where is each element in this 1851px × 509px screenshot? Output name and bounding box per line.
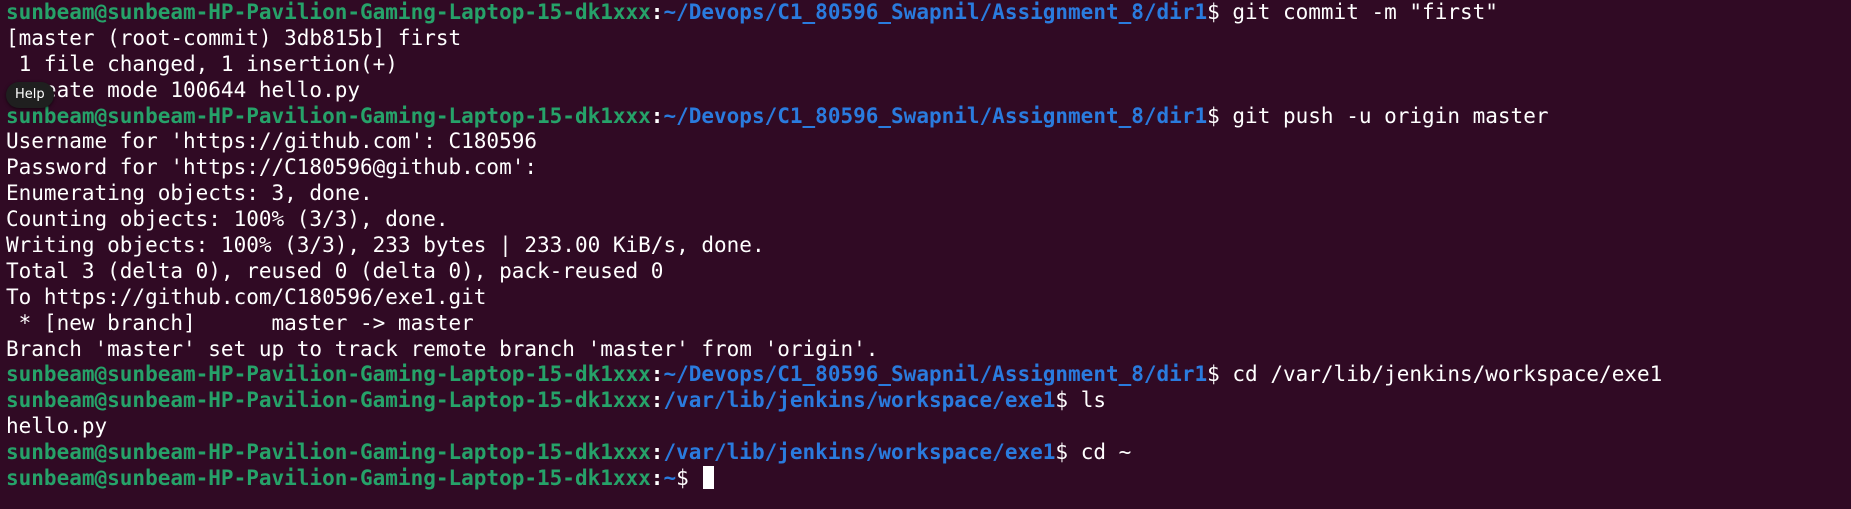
output-line: Password for 'https://C180596@github.com… bbox=[6, 155, 538, 180]
command-text: cd /var/lib/jenkins/workspace/exe1 bbox=[1232, 362, 1663, 387]
output-line: Branch 'master' set up to track remote b… bbox=[6, 336, 879, 361]
text-cursor bbox=[703, 466, 715, 490]
prompt-path: /var/lib/jenkins/workspace/exe1 bbox=[663, 388, 1056, 413]
command-text: git commit -m "first" bbox=[1232, 0, 1498, 24]
prompt-user: sunbeam@sunbeam-HP-Pavilion-Gaming-Lapto… bbox=[6, 388, 651, 413]
prompt-line: sunbeam@sunbeam-HP-Pavilion-Gaming-Lapto… bbox=[6, 362, 1663, 387]
prompt-line: sunbeam@sunbeam-HP-Pavilion-Gaming-Lapto… bbox=[6, 0, 1498, 24]
prompt-line: sunbeam@sunbeam-HP-Pavilion-Gaming-Lapto… bbox=[6, 103, 1549, 128]
command-text: ls bbox=[1080, 388, 1106, 413]
output-line: Writing objects: 100% (3/3), 233 bytes |… bbox=[6, 233, 765, 258]
prompt-user: sunbeam@sunbeam-HP-Pavilion-Gaming-Lapto… bbox=[6, 362, 651, 387]
output-line: * [new branch] master -> master bbox=[6, 310, 474, 335]
output-line: Total 3 (delta 0), reused 0 (delta 0), p… bbox=[6, 258, 664, 283]
prompt-user: sunbeam@sunbeam-HP-Pavilion-Gaming-Lapto… bbox=[6, 440, 651, 465]
prompt-user: sunbeam@sunbeam-HP-Pavilion-Gaming-Lapto… bbox=[6, 466, 651, 491]
output-line: Enumerating objects: 3, done. bbox=[6, 181, 373, 206]
terminal-window[interactable]: sunbeam@sunbeam-HP-Pavilion-Gaming-Lapto… bbox=[0, 0, 1851, 509]
output-line: 1 file changed, 1 insertion(+) bbox=[6, 51, 398, 76]
output-line: [master (root-commit) 3db815b] first bbox=[6, 25, 462, 50]
prompt-path: ~/Devops/C1_80596_Swapnil/Assignment_8/d… bbox=[663, 0, 1208, 24]
output-line: create mode 100644 hello.py bbox=[6, 77, 361, 102]
help-tooltip: Help bbox=[6, 82, 54, 108]
prompt-path: ~/Devops/C1_80596_Swapnil/Assignment_8/d… bbox=[663, 103, 1208, 128]
prompt-user: sunbeam@sunbeam-HP-Pavilion-Gaming-Lapto… bbox=[6, 103, 651, 128]
prompt-line: sunbeam@sunbeam-HP-Pavilion-Gaming-Lapto… bbox=[6, 440, 1132, 465]
output-line: Counting objects: 100% (3/3), done. bbox=[6, 207, 449, 232]
output-line: Username for 'https://github.com': C1805… bbox=[6, 129, 538, 154]
prompt-path: /var/lib/jenkins/workspace/exe1 bbox=[663, 440, 1056, 465]
prompt-path: ~ bbox=[663, 466, 677, 491]
prompt-line: sunbeam@sunbeam-HP-Pavilion-Gaming-Lapto… bbox=[6, 388, 1106, 413]
command-text: cd ~ bbox=[1080, 440, 1132, 465]
active-prompt-line[interactable]: sunbeam@sunbeam-HP-Pavilion-Gaming-Lapto… bbox=[6, 466, 1851, 492]
command-text: git push -u origin master bbox=[1232, 103, 1549, 128]
output-line: hello.py bbox=[6, 414, 108, 439]
prompt-user: sunbeam@sunbeam-HP-Pavilion-Gaming-Lapto… bbox=[6, 0, 651, 24]
output-line: To https://github.com/C180596/exe1.git bbox=[6, 284, 487, 309]
prompt-path: ~/Devops/C1_80596_Swapnil/Assignment_8/d… bbox=[663, 362, 1208, 387]
